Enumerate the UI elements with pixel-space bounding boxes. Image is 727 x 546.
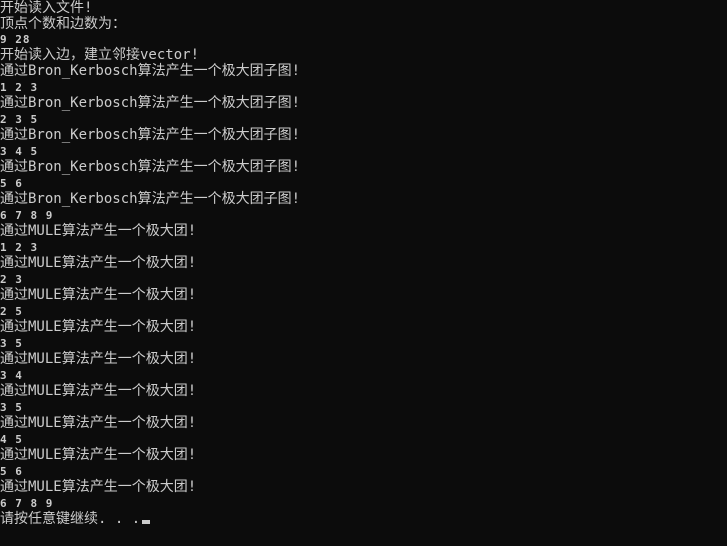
console-line: 通过MULE算法产生一个极大团!: [0, 287, 197, 303]
console-line: 1 2 3: [0, 241, 39, 254]
console-line: 开始读入文件!: [0, 0, 93, 16]
console-line: 2 3 5: [0, 113, 39, 126]
text-cursor: [142, 520, 151, 524]
console-line: 通过Bron_Kerbosch算法产生一个极大团子图!: [0, 159, 301, 175]
console-line: 通过MULE算法产生一个极大团!: [0, 255, 197, 271]
console-line: 3 5: [0, 401, 23, 414]
console-line: 通过MULE算法产生一个极大团!: [0, 351, 197, 367]
console-line: 2 3: [0, 273, 23, 286]
console-line: 5 6: [0, 465, 23, 478]
console-line: 9 28: [0, 33, 31, 46]
console-line: 通过MULE算法产生一个极大团!: [0, 223, 197, 239]
console-line: 2 5: [0, 305, 23, 318]
console-line: 通过Bron_Kerbosch算法产生一个极大团子图!: [0, 63, 301, 79]
prompt-text: 请按任意键继续. . .: [0, 511, 141, 527]
console-line: 6 7 8 9: [0, 497, 54, 510]
console-line: 通过Bron_Kerbosch算法产生一个极大团子图!: [0, 191, 301, 207]
console-line: 顶点个数和边数为：: [0, 16, 126, 32]
console-line: 通过MULE算法产生一个极大团!: [0, 319, 197, 335]
console-line: 通过MULE算法产生一个极大团!: [0, 479, 197, 495]
console-line: 通过Bron_Kerbosch算法产生一个极大团子图!: [0, 127, 301, 143]
console-line: 4 5: [0, 433, 23, 446]
console-line: 3 5: [0, 337, 23, 350]
console-line: 3 4: [0, 369, 23, 382]
console-window[interactable]: 开始读入文件! 顶点个数和边数为： 9 28 开始读入边，建立邻接vector!…: [0, 0, 727, 546]
console-line: 通过MULE算法产生一个极大团!: [0, 383, 197, 399]
console-line: 5 6: [0, 177, 23, 190]
console-line: 通过MULE算法产生一个极大团!: [0, 447, 197, 463]
console-line: 通过MULE算法产生一个极大团!: [0, 415, 197, 431]
console-line: 6 7 8 9: [0, 209, 54, 222]
console-line: 3 4 5: [0, 145, 39, 158]
console-line: 通过Bron_Kerbosch算法产生一个极大团子图!: [0, 95, 301, 111]
console-line: 开始读入边，建立邻接vector!: [0, 47, 200, 63]
prompt-line: 请按任意键继续. . .: [0, 511, 151, 527]
console-line: 1 2 3: [0, 81, 39, 94]
